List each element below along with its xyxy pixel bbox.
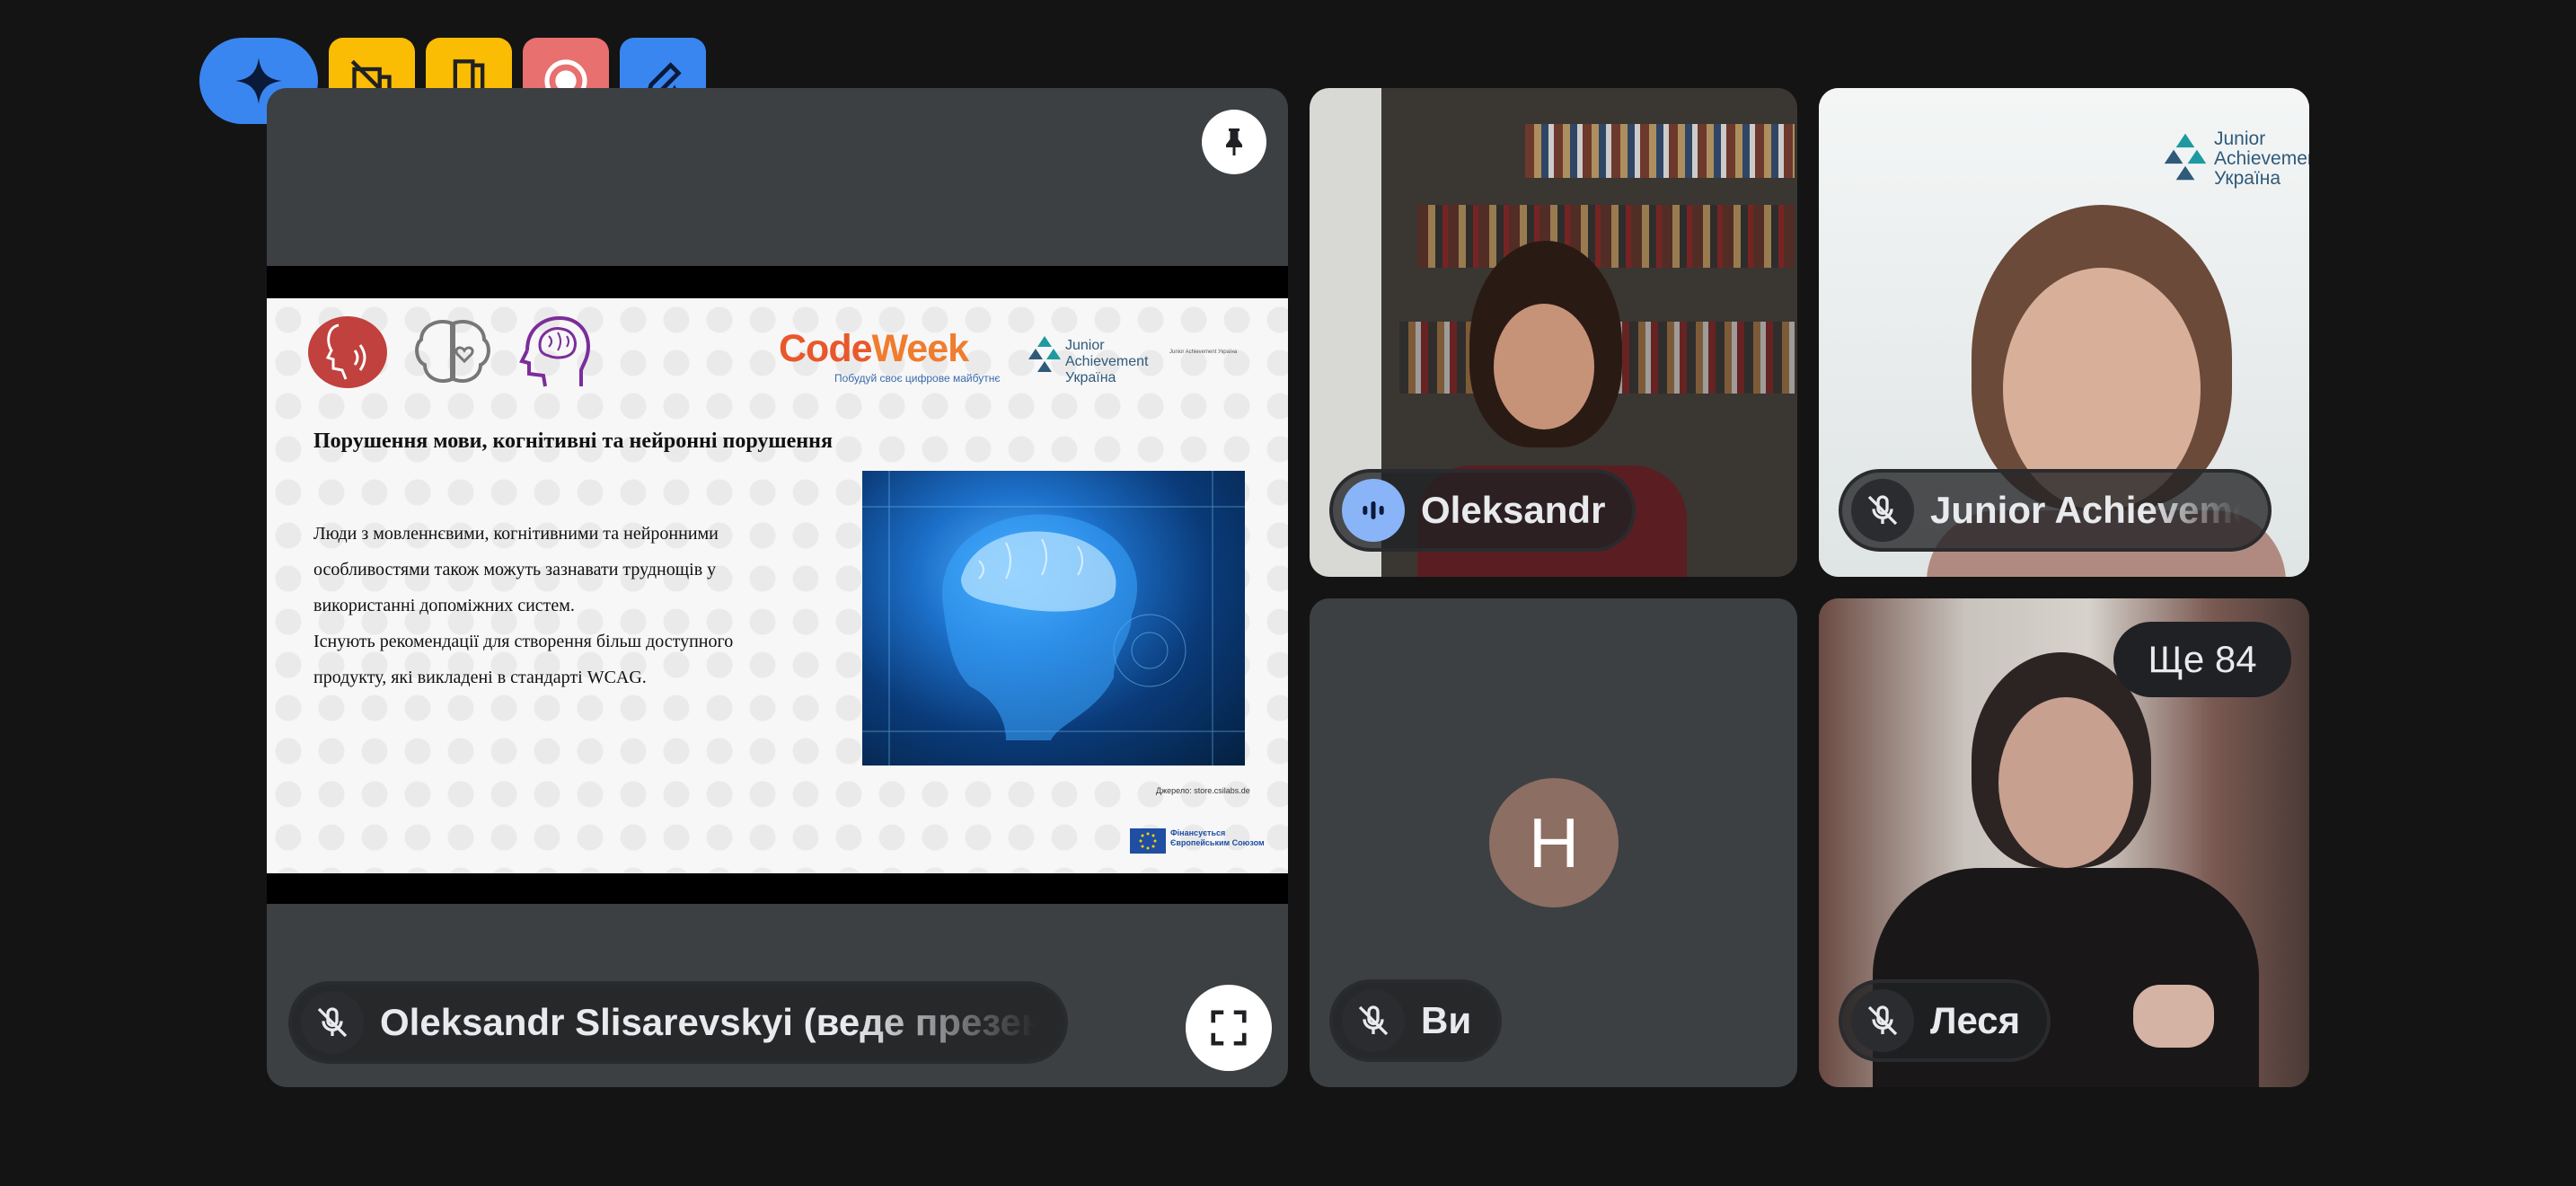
shared-slide: CodeWeek Побудуй своє цифрове майбутнє J… (267, 266, 1288, 904)
presenter-name-pill: Oleksandr Slisarevskyi (веде презентацію… (288, 981, 1068, 1064)
ja-watermark-icon (2164, 133, 2207, 181)
brain-heart-icon (415, 320, 490, 383)
mic-off-icon (301, 991, 364, 1054)
participant-tile-junior-achievement[interactable]: Junior Achievement Україна Junior Achiev… (1819, 88, 2309, 577)
mic-off-icon (1342, 989, 1405, 1052)
ja-logo-icon (1028, 336, 1061, 372)
participant-tile-self[interactable]: Н Ви (1310, 598, 1797, 1087)
more-participants-badge[interactable]: Ще 84 (2113, 622, 2291, 697)
avatar: Н (1489, 778, 1619, 907)
codeweek-tagline: Побудуй своє цифрове майбутнє (834, 372, 1001, 385)
slide-title: Порушення мови, когнітивні та нейронні п… (313, 429, 833, 453)
presenter-name: Oleksandr Slisarevskyi (веде презентацію… (380, 1001, 1037, 1043)
pin-icon (1226, 128, 1242, 155)
participant-name: Ви (1421, 999, 1472, 1041)
eu-flag (1130, 828, 1166, 854)
speaking-indicator-icon (1342, 479, 1405, 542)
codeweek-logo: CodeWeek (779, 327, 969, 370)
image-source: Джерело: store.csilabs.de (1156, 786, 1250, 795)
participant-tile-oleksandr[interactable]: Oleksandr (1310, 88, 1797, 577)
brain-image (862, 471, 1245, 766)
ja-logo-text: Junior Achievement Україна (1065, 338, 1149, 385)
participant-name-pill: Oleksandr (1329, 469, 1636, 552)
fullscreen-icon (1211, 1010, 1247, 1046)
fullscreen-button[interactable] (1186, 985, 1272, 1071)
slide-body: Люди з мовленнєвими, когнітивними та ней… (313, 524, 734, 687)
participant-name-pill: Junior Achievement Україна (1839, 469, 2272, 552)
mic-off-icon (1851, 479, 1914, 542)
participant-tile-lesia[interactable]: Ще 84 Леся (1819, 598, 2309, 1087)
pin-button[interactable] (1202, 110, 1266, 174)
eu-funding-text: Фінансується Європейським Союзом (1170, 828, 1265, 847)
mic-off-icon (1851, 989, 1914, 1052)
speech-icon (308, 316, 387, 388)
participant-name: Леся (1930, 999, 2021, 1041)
participant-name-pill: Леся (1839, 979, 2051, 1062)
ja-watermark-text: Junior Achievement Україна (2214, 128, 2309, 189)
head-brain-icon (519, 315, 591, 387)
presentation-tile[interactable]: CodeWeek Побудуй своє цифрове майбутнє J… (267, 88, 1288, 1087)
participant-name: Junior Achievement Україна (1930, 489, 2241, 531)
ja-small-text: Junior Achievement Україна (1169, 350, 1238, 355)
participant-name: Oleksandr (1421, 489, 1606, 531)
participant-name-pill: Ви (1329, 979, 1503, 1062)
